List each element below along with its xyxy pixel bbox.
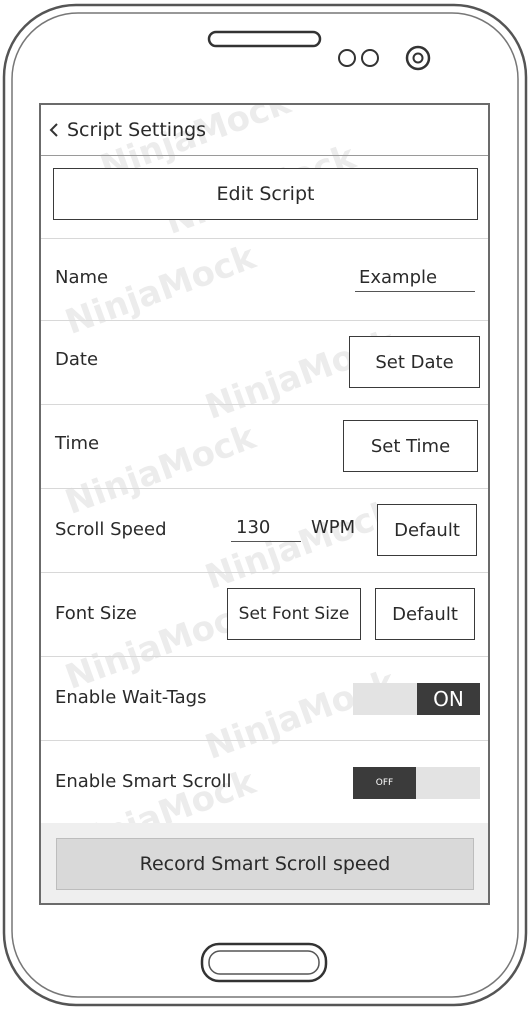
font-size-label: Font Size [55, 603, 137, 624]
toggle-on-indicator: ON [417, 683, 480, 715]
date-row: Date Set Date [41, 321, 488, 405]
edit-script-button[interactable]: Edit Script [53, 168, 478, 220]
chevron-left-icon[interactable] [49, 122, 59, 138]
name-input-underline [355, 291, 475, 292]
record-smart-scroll-button[interactable]: Record Smart Scroll speed [56, 838, 474, 890]
set-date-button[interactable]: Set Date [349, 336, 480, 388]
home-button[interactable] [202, 944, 326, 981]
smart-scroll-label: Enable Smart Scroll [55, 771, 232, 792]
time-row: Time Set Time [41, 405, 488, 489]
font-size-row: Font Size Set Font Size Default [41, 573, 488, 657]
date-label: Date [55, 349, 99, 370]
page-title: Script Settings [67, 119, 207, 141]
name-label: Name [55, 267, 109, 288]
set-font-size-button[interactable]: Set Font Size [227, 588, 361, 640]
set-time-button[interactable]: Set Time [343, 420, 478, 472]
name-row: Name Example [41, 239, 488, 321]
earpiece-speaker [209, 32, 320, 46]
scroll-speed-default-button[interactable]: Default [377, 504, 477, 556]
app-screen: NinjaMock NinjaMock NinjaMock NinjaMock … [39, 103, 490, 905]
wpm-unit-label: WPM [311, 517, 356, 538]
smart-scroll-row: Enable Smart Scroll OFF [41, 741, 488, 825]
edit-script-row: Edit Script [41, 157, 488, 239]
font-size-default-button[interactable]: Default [375, 588, 475, 640]
scroll-speed-row: Scroll Speed 130 WPM Default [41, 489, 488, 573]
name-input[interactable]: Example [359, 267, 437, 288]
wait-tags-label: Enable Wait-Tags [55, 687, 207, 708]
wait-tags-toggle[interactable]: ON [353, 683, 480, 715]
scroll-speed-input-underline [231, 541, 301, 542]
scroll-speed-input[interactable]: 130 [236, 517, 270, 538]
time-label: Time [55, 433, 100, 454]
scroll-speed-label: Scroll Speed [55, 519, 167, 540]
app-header: Script Settings [41, 105, 488, 156]
toggle-off-indicator: OFF [353, 767, 416, 799]
smart-scroll-toggle[interactable]: OFF [353, 767, 480, 799]
wait-tags-row: Enable Wait-Tags ON [41, 657, 488, 741]
